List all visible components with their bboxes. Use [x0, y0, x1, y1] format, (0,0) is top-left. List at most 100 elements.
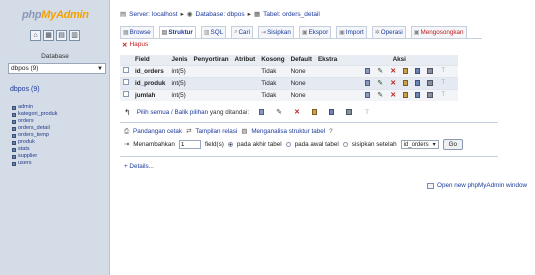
index-icon[interactable] [427, 92, 434, 99]
help-icon[interactable]: ? [329, 128, 333, 136]
table-icon[interactable] [12, 140, 16, 145]
fulltext-selected-icon[interactable]: T [364, 109, 370, 116]
drop-icon[interactable]: ✕ [390, 80, 396, 87]
table-list-item[interactable]: orders_temp [12, 132, 57, 139]
drop-selected-icon[interactable]: ✕ [294, 109, 300, 116]
table-icon[interactable] [12, 154, 16, 159]
field-attribute [231, 88, 259, 101]
tab-import[interactable]: ▣ Import [336, 26, 367, 38]
new-window-link[interactable]: Open new phpMyAdmin window [437, 182, 527, 189]
operations-icon: ✲ [374, 30, 380, 36]
tab-ekspor[interactable]: ▣ Ekspor [298, 26, 332, 38]
table-name[interactable]: users [18, 160, 31, 167]
index-icon[interactable] [427, 68, 434, 74]
chevron-down-icon: ▾ [432, 142, 436, 148]
table-list-item[interactable]: stats [12, 146, 57, 153]
table-list-item[interactable]: supplier [12, 153, 57, 160]
edit-pencil-icon[interactable]: ✎ [377, 68, 383, 75]
unique-selected-icon[interactable] [329, 109, 335, 115]
table-icon[interactable] [12, 126, 16, 131]
new-window-icon[interactable] [427, 182, 435, 189]
table-list-item[interactable]: orders [12, 118, 57, 125]
drop-icon[interactable]: ✕ [390, 68, 396, 75]
tab-sql[interactable]: ▥ SQL [200, 26, 227, 38]
breadcrumb-server[interactable]: Server: localhost [129, 11, 177, 18]
table-name[interactable]: orders_temp [18, 132, 49, 139]
edit-pencil-icon[interactable]: ✎ [377, 80, 383, 87]
table-icon[interactable] [12, 133, 16, 138]
table-name[interactable]: kategori_produk [18, 111, 57, 118]
row-checkbox[interactable] [123, 91, 129, 98]
database-title-link[interactable]: dbpos (9) [10, 86, 40, 93]
table-list-item[interactable]: kategori_produk [12, 111, 57, 118]
deselect-all-link[interactable]: Balik pilihan [175, 109, 209, 116]
table-icon[interactable] [12, 105, 16, 110]
after-field-select[interactable]: id_orders ▾ [400, 140, 439, 149]
table-list-item[interactable]: orders_detail [12, 125, 57, 132]
tab-bar: ▦ Browse ▤ Struktur ▥ SQL ⌕ Cari ⇥ Sisipkan ▣… [120, 26, 482, 39]
unique-icon[interactable] [415, 68, 421, 74]
print-view-link[interactable]: Pandangan cetak [133, 128, 182, 136]
after-radio[interactable] [342, 142, 348, 147]
table-name[interactable]: stats [18, 146, 30, 153]
insert-icon: ⇥ [261, 30, 267, 36]
at-end-radio[interactable] [227, 142, 233, 147]
browse-distinct-icon[interactable] [365, 68, 371, 74]
at-start-radio[interactable] [285, 142, 291, 147]
index-icon[interactable] [427, 80, 434, 86]
tab-cari[interactable]: ⌕ Cari [231, 26, 254, 38]
relation-view-link[interactable]: Tampilan relasi [195, 128, 237, 136]
table-name[interactable]: admin [18, 104, 33, 111]
phpmyadmin-logo[interactable]: phpMyAdmin [22, 9, 89, 21]
tab-hapus[interactable]: ✕ Hapus [122, 41, 148, 49]
index-selected-icon[interactable] [346, 109, 353, 115]
tab-sisipkan[interactable]: ⇥ Sisipkan [258, 26, 294, 38]
fulltext-icon[interactable]: T [440, 92, 446, 99]
home-icon[interactable]: ⌂ [30, 30, 41, 41]
table-name[interactable]: supplier [18, 153, 37, 160]
table-icon[interactable] [12, 119, 16, 124]
primary-key-icon[interactable] [403, 92, 409, 99]
table-icon[interactable] [12, 161, 16, 166]
go-button[interactable]: Go [442, 139, 464, 150]
browse-distinct-icon[interactable] [365, 80, 371, 86]
tab-mengosongkan[interactable]: ▣ Mengosongkan [410, 26, 467, 38]
table-icon[interactable] [12, 147, 16, 152]
drop-icon[interactable]: ✕ [390, 92, 396, 99]
browse-selected-icon[interactable] [259, 109, 265, 115]
analyze-structure-link[interactable]: Menganalisa struktur tabel [251, 128, 325, 136]
primary-key-icon[interactable] [403, 80, 409, 86]
field-count-input[interactable] [178, 140, 201, 149]
fulltext-icon[interactable]: T [440, 80, 446, 87]
database-select[interactable]: dbpos (9) ▼ [8, 63, 106, 74]
table-name[interactable]: produk [18, 139, 35, 146]
sql-query-icon[interactable]: ▦ [43, 30, 54, 41]
unique-icon[interactable] [415, 92, 421, 99]
table-name[interactable]: orders_detail [18, 125, 50, 132]
docs-icon[interactable]: ▤ [56, 30, 67, 41]
primary-selected-icon[interactable] [312, 109, 318, 115]
row-checkbox[interactable] [123, 79, 129, 85]
database-select-value: dbpos (9) [11, 65, 39, 72]
table-list-item[interactable]: admin [12, 104, 57, 111]
table-icon[interactable] [12, 112, 16, 117]
tab-operasi[interactable]: ✲ Operasi [371, 26, 406, 38]
row-checkbox[interactable] [123, 67, 129, 73]
table-list-item[interactable]: users [12, 160, 57, 167]
fulltext-icon[interactable]: T [440, 68, 446, 75]
tab-browse[interactable]: ▦ Browse [120, 26, 154, 38]
browse-distinct-icon[interactable] [365, 92, 371, 99]
select-all-link[interactable]: Pilih semua [137, 109, 170, 116]
help-icon[interactable]: ▥ [69, 30, 80, 41]
edit-pencil-icon[interactable]: ✎ [377, 92, 383, 99]
primary-key-icon[interactable] [403, 68, 409, 74]
field-extra [314, 76, 341, 89]
tab-struktur[interactable]: ▤ Struktur [158, 26, 196, 38]
unique-icon[interactable] [415, 80, 421, 86]
edit-selected-icon[interactable]: ✎ [276, 109, 282, 116]
details-link[interactable]: + Details... [124, 163, 154, 170]
breadcrumb-database[interactable]: Database: dbpos [196, 11, 245, 18]
breadcrumb-table[interactable]: Tabel: orders_detail [263, 11, 320, 18]
table-name[interactable]: orders [18, 118, 34, 125]
table-list-item[interactable]: produk [12, 139, 57, 146]
